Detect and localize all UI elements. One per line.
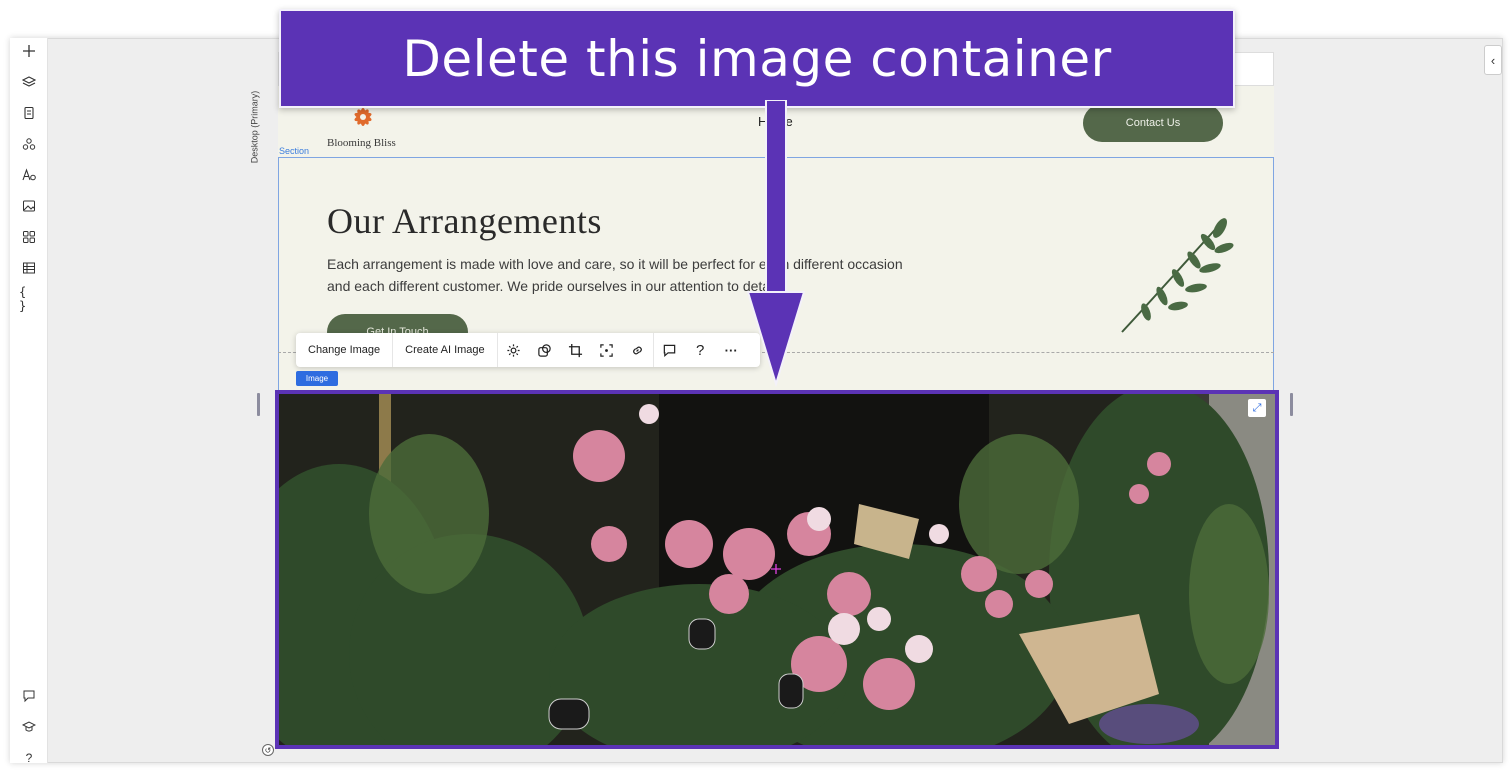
site-logo-text[interactable]: Blooming Bliss [327, 137, 396, 149]
table-icon[interactable] [19, 258, 39, 278]
expand-icon[interactable]: ⤢ [1248, 399, 1266, 417]
chat-icon[interactable] [19, 686, 39, 706]
instruction-banner: Delete this image container [279, 9, 1235, 108]
left-resize-handle[interactable] [257, 393, 260, 416]
add-icon[interactable] [19, 41, 39, 61]
comment-icon[interactable] [654, 333, 685, 367]
flower-shop-image[interactable] [275, 390, 1279, 749]
image-toolbar: Change Image Create AI Image ? ··· [296, 333, 760, 367]
leaf-branch-illustration[interactable] [1110, 210, 1240, 340]
chevron-left-icon: ‹ [1490, 52, 1496, 68]
settings-icon[interactable] [498, 333, 529, 367]
link-icon[interactable] [622, 333, 653, 367]
change-image-button[interactable]: Change Image [296, 333, 394, 367]
academy-icon[interactable] [19, 717, 39, 737]
layers-icon[interactable] [19, 72, 39, 92]
page-heading[interactable]: Our Arrangements [327, 200, 602, 242]
mask-icon[interactable] [529, 333, 560, 367]
crop-icon[interactable] [560, 333, 591, 367]
right-resize-handle[interactable] [1290, 393, 1293, 416]
media-icon[interactable] [19, 196, 39, 216]
image-tag-label: Image [305, 374, 329, 383]
image-tag[interactable]: Image [296, 371, 338, 386]
instruction-banner-text: Delete this image container [402, 29, 1112, 88]
section-description[interactable]: Each arrangement is made with love and c… [327, 253, 917, 297]
text-theme-icon[interactable] [19, 165, 39, 185]
more-icon[interactable]: ··· [716, 333, 747, 367]
undo-history-icon[interactable]: ↺ [262, 744, 274, 756]
contact-us-button[interactable]: Contact Us [1083, 104, 1223, 142]
apps-icon[interactable] [19, 134, 39, 154]
down-arrow-annotation [746, 99, 806, 388]
breakpoint-label-text: Desktop (Primary) [249, 90, 260, 164]
collapse-panel-button[interactable]: ‹ [1484, 45, 1502, 75]
help-icon[interactable]: ? [19, 748, 39, 768]
create-ai-image-button[interactable]: Create AI Image [393, 333, 498, 367]
focal-point-icon[interactable] [591, 333, 622, 367]
widgets-icon[interactable] [19, 227, 39, 247]
left-toolbar: { } ? [10, 38, 48, 765]
pages-icon[interactable] [19, 103, 39, 123]
section-tag[interactable]: Section [279, 146, 309, 156]
breakpoint-label[interactable]: Desktop (Primary) [249, 90, 276, 180]
help-icon[interactable]: ? [685, 333, 716, 367]
code-icon[interactable]: { } [19, 285, 39, 313]
